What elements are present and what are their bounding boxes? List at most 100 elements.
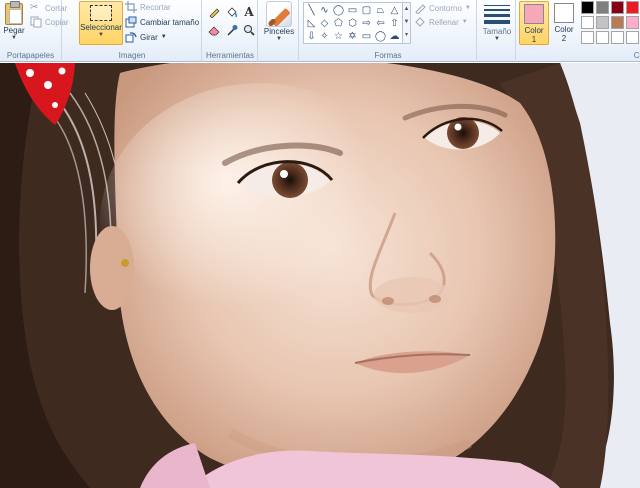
palette-color-swatch[interactable] [626,31,639,44]
shapes-group: ╲ ∿ ◯ ▭ ▢ ⏢ △ ◺ ◇ ⬠ ⬡ ⇨ ⇦ ⇧ ⇩ ✧ ☆ ✡ ▭ ◯ … [300,0,477,62]
palette-color-swatch[interactable] [626,16,639,29]
four-point-star-shape-icon[interactable]: ✧ [318,30,331,43]
size-button[interactable]: Tamaño ▼ [480,1,514,42]
rotate-icon [125,31,137,43]
fill-bucket-icon[interactable] [224,4,240,19]
color-picker-icon[interactable] [224,22,240,37]
selection-icon [90,5,112,21]
rotate-label: Girar [140,32,158,42]
text-tool-icon[interactable]: A [241,4,257,19]
palette-color-swatch[interactable] [611,31,624,44]
resize-icon [125,16,137,28]
rotate-button[interactable]: Girar ▼ [125,30,167,44]
up-arrow-shape-icon[interactable]: ⇧ [388,17,401,30]
color2-swatch [554,3,574,23]
chevron-down-icon: ▼ [160,34,167,40]
chevron-down-icon: ▼ [11,35,17,41]
hexagon-shape-icon[interactable]: ⬡ [346,17,359,30]
scissors-icon: ✂ [30,2,39,13]
chevron-down-icon: ▼ [461,19,468,25]
color1-button[interactable]: Color 1 [519,1,549,45]
colors-group: Color 1 Color 2 Co [517,0,640,62]
clipboard-icon [5,1,23,25]
image-group: Seleccionar ▼ Recortar Cambiar tamaño Gi… [63,0,202,62]
six-point-star-shape-icon[interactable]: ✡ [346,30,359,43]
rounded-rectangle-shape-icon[interactable]: ▢ [360,4,373,17]
curve-shape-icon[interactable]: ∿ [318,4,331,17]
ribbon: Pegar ▼ ✂ Cortar Copiar Portapapeles Sel… [0,0,640,62]
right-triangle-shape-icon[interactable]: ◺ [305,17,318,30]
triangle-shape-icon[interactable]: △ [388,4,401,17]
chevron-down-icon: ▼ [494,36,500,42]
down-arrow-shape-icon[interactable]: ⇩ [305,30,318,43]
fill-icon [414,16,426,28]
brushes-button[interactable]: Pinceles ▼ [263,1,295,42]
crop-icon [125,1,137,13]
select-button[interactable]: Seleccionar ▼ [79,1,123,45]
crop-label: Recortar [140,2,171,12]
brush-icon [266,1,292,27]
brushes-group: Pinceles ▼ [259,0,299,62]
size-group: Tamaño ▼ [478,0,516,62]
magnifier-icon[interactable] [241,22,257,37]
resize-label: Cambiar tamaño [140,17,200,27]
callout-oval-shape-icon[interactable]: ◯ [374,30,387,43]
palette-color-swatch[interactable] [581,16,594,29]
size-label: Tamaño [482,27,512,36]
rectangle-shape-icon[interactable]: ▭ [346,4,359,17]
palette-color-swatch[interactable] [596,16,609,29]
resize-button[interactable]: Cambiar tamaño [125,15,199,29]
palette-color-swatch[interactable] [611,1,624,14]
color2-label: Color [554,25,574,34]
crop-button[interactable]: Recortar [125,0,171,14]
canvas-photo [0,63,640,488]
color2-number: 2 [561,34,567,43]
tools-group-label: Herramientas [205,51,254,60]
fill-label: Rellenar [429,17,459,27]
palette-color-swatch[interactable] [581,1,594,14]
chevron-down-icon: ▼ [276,36,282,42]
tools-group: A Herramientas [203,0,258,62]
copy-icon [30,16,42,28]
paste-button[interactable]: Pegar ▼ [1,1,27,41]
paste-label: Pegar [3,26,25,35]
shapes-gallery-scroll[interactable]: ▲ ▼ ▾ [402,2,411,44]
pentagon-shape-icon[interactable]: ⬠ [332,17,345,30]
palette-color-swatch[interactable] [596,31,609,44]
line-width-icon [484,5,510,24]
palette-color-swatch[interactable] [611,16,624,29]
chevron-down-icon: ▼ [98,32,104,38]
outline-icon [414,2,426,15]
cloud-shape-icon[interactable]: ☁ [388,30,401,43]
select-label: Seleccionar [80,23,122,32]
palette-color-swatch[interactable] [626,1,639,14]
drawing-canvas[interactable] [0,63,640,488]
color1-swatch [524,4,544,24]
polygon-shape-icon[interactable]: ⏢ [374,4,387,17]
palette-color-swatch[interactable] [596,1,609,14]
clipboard-group-label: Portapapeles [6,51,55,60]
left-arrow-shape-icon[interactable]: ⇦ [374,17,387,30]
cut-button[interactable]: ✂ Cortar [30,1,67,15]
line-shape-icon[interactable]: ╲ [305,4,318,17]
chevron-down-icon: ▼ [464,5,471,11]
color1-number: 1 [531,35,537,44]
diamond-shape-icon[interactable]: ◇ [318,17,331,30]
oval-shape-icon[interactable]: ◯ [332,4,345,17]
right-arrow-shape-icon[interactable]: ⇨ [360,17,373,30]
color1-label: Color [524,26,544,35]
colors-group-label: Co [633,51,640,60]
image-group-label: Imagen [118,51,146,60]
outline-button[interactable]: Contorno ▼ [414,1,471,15]
pencil-icon[interactable] [206,4,222,19]
eraser-icon[interactable] [206,22,222,37]
palette-color-swatch[interactable] [581,31,594,44]
color2-button[interactable]: Color 2 [549,1,579,45]
shapes-group-label: Formas [374,51,402,60]
callout-rect-shape-icon[interactable]: ▭ [360,30,373,43]
clipboard-group: Pegar ▼ ✂ Cortar Copiar Portapapeles [0,0,69,62]
five-point-star-shape-icon[interactable]: ☆ [332,30,345,43]
fill-button[interactable]: Rellenar ▼ [414,15,468,29]
outline-label: Contorno [429,3,462,13]
shapes-gallery: ╲ ∿ ◯ ▭ ▢ ⏢ △ ◺ ◇ ⬠ ⬡ ⇨ ⇦ ⇧ ⇩ ✧ ☆ ✡ ▭ ◯ … [303,2,403,44]
